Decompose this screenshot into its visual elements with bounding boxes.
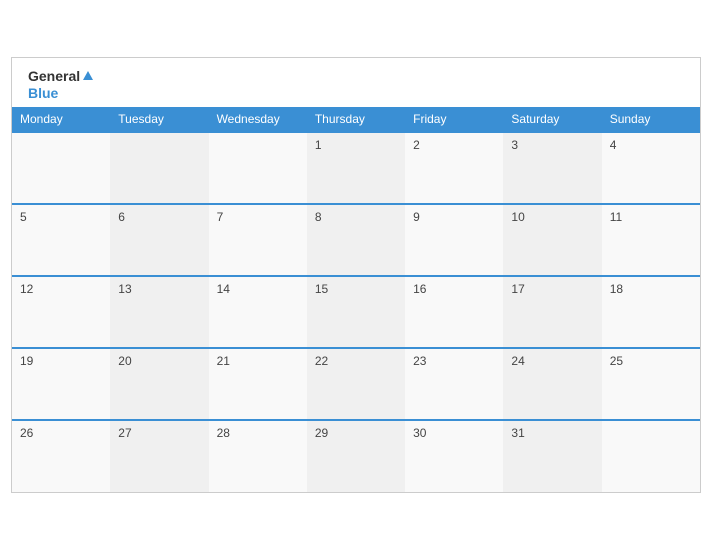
- calendar-day-cell: 26: [12, 420, 110, 492]
- calendar-day-cell: 15: [307, 276, 405, 348]
- calendar-week-row: 26 27 28 29 30 31: [12, 420, 700, 492]
- day-number: 1: [315, 138, 322, 152]
- calendar-day-cell: 24: [503, 348, 601, 420]
- weekday-header-monday: Monday: [12, 107, 110, 132]
- calendar-day-cell: 5: [12, 204, 110, 276]
- logo-blue-text: Blue: [28, 85, 58, 102]
- day-number: 29: [315, 426, 328, 440]
- calendar-week-row: 1 2 3 4: [12, 132, 700, 204]
- calendar-day-cell: 23: [405, 348, 503, 420]
- weekday-header-friday: Friday: [405, 107, 503, 132]
- day-number: 10: [511, 210, 524, 224]
- calendar-day-cell: 6: [110, 204, 208, 276]
- day-number: 21: [217, 354, 230, 368]
- day-number: 9: [413, 210, 420, 224]
- calendar-day-cell: 21: [209, 348, 307, 420]
- day-number: 5: [20, 210, 27, 224]
- day-number: 20: [118, 354, 131, 368]
- calendar-day-cell: 19: [12, 348, 110, 420]
- day-number: 30: [413, 426, 426, 440]
- calendar-day-cell: 25: [602, 348, 700, 420]
- day-number: 15: [315, 282, 328, 296]
- weekday-header-row: MondayTuesdayWednesdayThursdayFridaySatu…: [12, 107, 700, 132]
- calendar-day-cell: 3: [503, 132, 601, 204]
- day-number: 7: [217, 210, 224, 224]
- calendar-day-cell: [209, 132, 307, 204]
- day-number: 22: [315, 354, 328, 368]
- day-number: 12: [20, 282, 33, 296]
- logo: General Blue: [28, 68, 93, 102]
- logo-general-text: General: [28, 68, 80, 85]
- calendar-header: General Blue: [12, 58, 700, 108]
- day-number: 31: [511, 426, 524, 440]
- logo-triangle-icon: [83, 71, 93, 80]
- calendar-day-cell: 1: [307, 132, 405, 204]
- calendar-day-cell: 14: [209, 276, 307, 348]
- calendar-day-cell: 20: [110, 348, 208, 420]
- day-number: 8: [315, 210, 322, 224]
- calendar-day-cell: 4: [602, 132, 700, 204]
- weekday-header-saturday: Saturday: [503, 107, 601, 132]
- calendar-day-cell: 31: [503, 420, 601, 492]
- calendar-day-cell: 8: [307, 204, 405, 276]
- day-number: 25: [610, 354, 623, 368]
- weekday-header-tuesday: Tuesday: [110, 107, 208, 132]
- calendar-day-cell: 13: [110, 276, 208, 348]
- day-number: 6: [118, 210, 125, 224]
- weekday-header-sunday: Sunday: [602, 107, 700, 132]
- day-number: 18: [610, 282, 623, 296]
- calendar-day-cell: 18: [602, 276, 700, 348]
- day-number: 11: [610, 210, 622, 224]
- day-number: 24: [511, 354, 524, 368]
- calendar-day-cell: 16: [405, 276, 503, 348]
- calendar-day-cell: 22: [307, 348, 405, 420]
- day-number: 27: [118, 426, 131, 440]
- calendar-day-cell: 17: [503, 276, 601, 348]
- calendar-grid: MondayTuesdayWednesdayThursdayFridaySatu…: [12, 107, 700, 492]
- calendar-day-cell: 27: [110, 420, 208, 492]
- calendar-day-cell: 12: [12, 276, 110, 348]
- calendar-day-cell: 9: [405, 204, 503, 276]
- calendar-day-cell: 10: [503, 204, 601, 276]
- day-number: 4: [610, 138, 617, 152]
- day-number: 13: [118, 282, 131, 296]
- calendar: General Blue MondayTuesdayWednesdayThurs…: [11, 57, 701, 494]
- calendar-week-row: 12 13 14 15 16 17 18: [12, 276, 700, 348]
- weekday-header-thursday: Thursday: [307, 107, 405, 132]
- day-number: 3: [511, 138, 518, 152]
- day-number: 28: [217, 426, 230, 440]
- calendar-day-cell: 7: [209, 204, 307, 276]
- calendar-week-row: 5 6 7 8 9 10 11: [12, 204, 700, 276]
- calendar-day-cell: 28: [209, 420, 307, 492]
- day-number: 16: [413, 282, 426, 296]
- calendar-week-row: 19 20 21 22 23 24 25: [12, 348, 700, 420]
- day-number: 17: [511, 282, 524, 296]
- calendar-day-cell: [12, 132, 110, 204]
- day-number: 19: [20, 354, 33, 368]
- calendar-day-cell: 29: [307, 420, 405, 492]
- day-number: 14: [217, 282, 230, 296]
- day-number: 23: [413, 354, 426, 368]
- calendar-day-cell: 2: [405, 132, 503, 204]
- weekday-header-wednesday: Wednesday: [209, 107, 307, 132]
- calendar-day-cell: [110, 132, 208, 204]
- day-number: 2: [413, 138, 420, 152]
- calendar-day-cell: 30: [405, 420, 503, 492]
- calendar-day-cell: [602, 420, 700, 492]
- calendar-day-cell: 11: [602, 204, 700, 276]
- calendar-body: 1234567891011121314151617181920212223242…: [12, 132, 700, 492]
- day-number: 26: [20, 426, 33, 440]
